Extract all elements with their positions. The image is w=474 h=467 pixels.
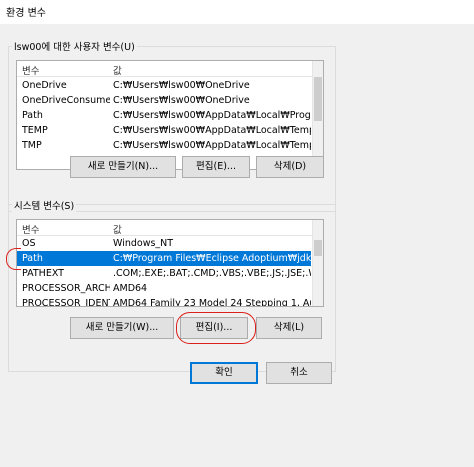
system-delete-button[interactable]: 삭제(L) bbox=[256, 317, 322, 339]
user-variables-legend: lsw00에 대한 사용자 변수(U) bbox=[12, 39, 137, 53]
user-row-name: Path bbox=[22, 110, 43, 121]
user-row-onedrive[interactable]: OneDrive C:₩Users₩lsw00₩OneDrive bbox=[17, 78, 311, 93]
user-row-temp[interactable]: TEMP C:₩Users₩lsw00₩AppData₩Local₩Temp bbox=[17, 123, 311, 138]
system-row-name: PROCESSOR_ARCH... bbox=[22, 283, 110, 294]
user-row-path[interactable]: Path C:₩Users₩lsw00₩AppData₩Local₩Progra… bbox=[17, 108, 311, 123]
system-row-pathext[interactable]: PATHEXT .COM;.EXE;.BAT;.CMD;.VBS;.VBE;.J… bbox=[17, 266, 311, 281]
user-row-value: C:₩Users₩lsw00₩AppData₩Local₩Programs... bbox=[113, 110, 311, 121]
user-row-name: TMP bbox=[22, 140, 42, 151]
user-new-button[interactable]: 새로 만들기(N)... bbox=[70, 156, 176, 178]
system-row-path-selected[interactable]: Path C:₩Program Files₩Eclipse Adoptium₩j… bbox=[17, 251, 311, 266]
user-row-value: C:₩Users₩lsw00₩AppData₩Local₩Temp bbox=[113, 140, 311, 151]
user-delete-button[interactable]: 삭제(D) bbox=[256, 156, 324, 178]
user-list-scrollbar[interactable] bbox=[312, 61, 323, 169]
system-row-name: PROCESSOR_IDENT... bbox=[22, 298, 110, 307]
annotation-arc-path-row bbox=[6, 248, 21, 270]
annotation-circle-edit-button bbox=[176, 312, 256, 344]
user-list-scroll-thumb[interactable] bbox=[314, 77, 322, 121]
user-edit-button[interactable]: 편집(E)... bbox=[182, 156, 250, 178]
user-list-header: 변수 값 bbox=[17, 61, 323, 77]
system-row-name: PATHEXT bbox=[22, 268, 64, 279]
user-row-onedriveconsumer[interactable]: OneDriveConsumer C:₩Users₩lsw00₩OneDrive bbox=[17, 93, 311, 108]
system-list-scrollbar[interactable] bbox=[312, 220, 323, 306]
user-row-value: C:₩Users₩lsw00₩AppData₩Local₩Temp bbox=[113, 125, 311, 136]
user-col-name-header[interactable]: 변수 bbox=[22, 63, 39, 77]
system-variables-legend: 시스템 변수(S) bbox=[12, 198, 77, 212]
user-col-value-header[interactable]: 값 bbox=[113, 63, 122, 77]
ok-button[interactable]: 확인 bbox=[190, 362, 258, 384]
system-row-processor-arch[interactable]: PROCESSOR_ARCH... AMD64 bbox=[17, 281, 311, 296]
system-row-value: AMD64 bbox=[113, 283, 148, 294]
system-list-scroll-thumb[interactable] bbox=[314, 240, 322, 256]
system-variables-list[interactable]: 변수 값 OS Windows_NT Path C:₩Program Files… bbox=[16, 219, 324, 307]
title-bar: 환경 변수 bbox=[0, 0, 474, 24]
cancel-button[interactable]: 취소 bbox=[266, 362, 332, 384]
system-row-value: Windows_NT bbox=[113, 238, 174, 249]
user-row-tmp[interactable]: TMP C:₩Users₩lsw00₩AppData₩Local₩Temp bbox=[17, 138, 311, 153]
user-row-value: C:₩Users₩lsw00₩OneDrive bbox=[113, 80, 250, 91]
user-row-value: C:₩Users₩lsw00₩OneDrive bbox=[113, 95, 250, 106]
system-row-name: Path bbox=[22, 253, 43, 264]
dialog-body: lsw00에 대한 사용자 변수(U) 변수 값 OneDrive C:₩Use… bbox=[0, 24, 474, 467]
user-variables-list[interactable]: 변수 값 OneDrive C:₩Users₩lsw00₩OneDrive On… bbox=[16, 60, 324, 170]
system-row-value: C:₩Program Files₩Eclipse Adoptium₩jdk-17… bbox=[113, 253, 311, 264]
system-row-os[interactable]: OS Windows_NT bbox=[17, 236, 311, 251]
system-row-processor-ident[interactable]: PROCESSOR_IDENT... AMD64 Family 23 Model… bbox=[17, 296, 311, 307]
system-row-value: .COM;.EXE;.BAT;.CMD;.VBS;.VBE;.JS;.JSE;.… bbox=[113, 268, 311, 279]
system-row-name: OS bbox=[22, 238, 36, 249]
system-col-value-header[interactable]: 값 bbox=[113, 222, 122, 236]
user-row-name: TEMP bbox=[22, 125, 48, 136]
window-title: 환경 변수 bbox=[6, 8, 46, 19]
system-col-name-header[interactable]: 변수 bbox=[22, 222, 39, 236]
system-new-button[interactable]: 새로 만들기(W)... bbox=[70, 317, 174, 339]
user-row-name: OneDriveConsumer bbox=[22, 95, 110, 106]
user-row-name: OneDrive bbox=[22, 80, 67, 91]
system-list-header: 변수 값 bbox=[17, 220, 323, 236]
system-row-value: AMD64 Family 23 Model 24 Stepping 1, Aut… bbox=[113, 298, 311, 307]
